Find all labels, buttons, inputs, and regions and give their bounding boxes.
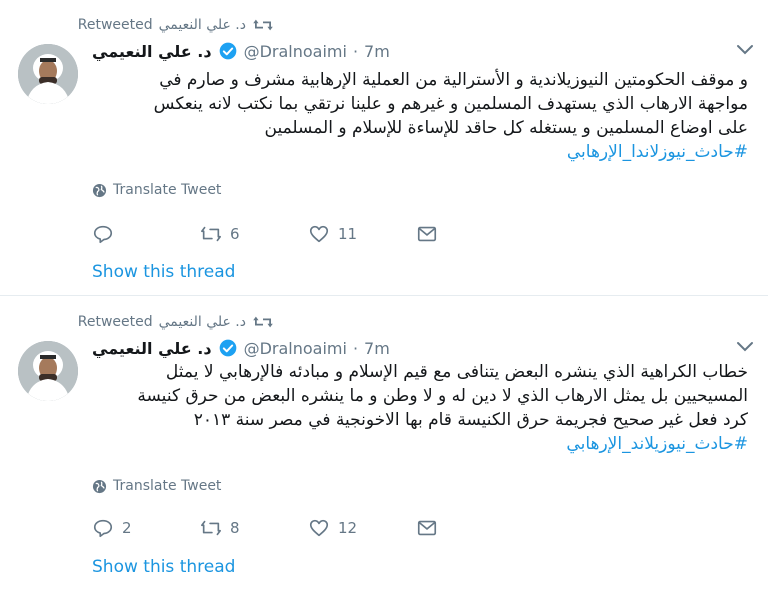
- globe-icon: [92, 479, 107, 493]
- translate-tweet-link[interactable]: Translate Tweet: [92, 478, 221, 494]
- user-handle[interactable]: @Dralnoaimi: [244, 42, 347, 61]
- verified-badge-icon: [219, 339, 236, 357]
- chevron-down-icon[interactable]: [736, 44, 754, 56]
- tweet-text-line: و موقف الحكومتين النيوزيلاندية و الأسترا…: [159, 70, 748, 90]
- retweet-icon: [201, 226, 221, 242]
- heart-icon: [309, 519, 329, 537]
- reply-button[interactable]: 2: [92, 517, 200, 539]
- tweet[interactable]: Retweeted د. علي النعيمي د. علي النعيمي …: [0, 0, 768, 296]
- separator-dot: ·: [352, 338, 359, 358]
- tweet-text-line: كرد فعل غير صحيح فجريمة حرق الكنيسة قام …: [193, 410, 748, 430]
- like-button[interactable]: 11: [308, 223, 416, 245]
- show-thread-link[interactable]: Show this thread: [92, 262, 235, 282]
- like-count: 11: [338, 225, 358, 243]
- user-handle[interactable]: @Dralnoaimi: [244, 339, 347, 358]
- tweet-actions: 2 8 12: [92, 516, 524, 540]
- translate-label: Translate Tweet: [113, 182, 222, 198]
- tweet-text-line: مواجهة الارهاب الذي يستهدف المسلمين و غي…: [153, 94, 748, 114]
- retweet-button[interactable]: 8: [200, 517, 308, 539]
- retweet-indicator: Retweeted د. علي النعيمي: [78, 15, 274, 35]
- reply-button[interactable]: [92, 223, 200, 245]
- retweet-indicator: Retweeted د. علي النعيمي: [78, 312, 274, 332]
- retweeted-label: Retweeted: [77, 17, 153, 33]
- timestamp[interactable]: 7m: [364, 339, 390, 358]
- retweet-icon: [201, 520, 221, 536]
- tweet[interactable]: Retweeted د. علي النعيمي د. علي النعيمي …: [0, 297, 768, 592]
- retweeter-name[interactable]: د. علي النعيمي: [159, 17, 246, 33]
- tweet-header: د. علي النعيمي @Dralnoaimi · 7m: [92, 335, 390, 361]
- retweeted-label: Retweeted: [77, 314, 153, 330]
- reply-count: 2: [122, 519, 132, 537]
- reply-icon: [93, 519, 113, 538]
- globe-icon: [92, 183, 107, 197]
- tweet-header: د. علي النعيمي @Dralnoaimi · 7m: [92, 38, 390, 64]
- reply-icon: [93, 225, 113, 244]
- retweet-icon: [253, 19, 273, 31]
- direct-message-icon: [417, 226, 437, 242]
- like-button[interactable]: 12: [308, 517, 416, 539]
- chevron-down-icon[interactable]: [736, 341, 754, 353]
- display-name[interactable]: د. علي النعيمي: [92, 42, 212, 61]
- hashtag-link[interactable]: #حادث_نيوزيلاند_الإرهابي: [68, 432, 748, 456]
- tweet-text-line: المسيحيين بل يمثل الارهاب الذي لا دين له…: [137, 386, 748, 406]
- tweet-text-line: على اوضاع المسلمين و يستغله كل حاقد للإس…: [264, 118, 749, 138]
- verified-badge-icon: [219, 42, 236, 60]
- direct-message-button[interactable]: [416, 223, 524, 245]
- retweet-icon: [253, 316, 273, 328]
- translate-label: Translate Tweet: [113, 478, 222, 494]
- direct-message-icon: [417, 520, 437, 536]
- retweet-count: 8: [230, 519, 240, 537]
- tweet-text: خطاب الكراهية الذي ينشره البعض يتنافى مع…: [68, 360, 748, 456]
- show-thread-link[interactable]: Show this thread: [92, 557, 235, 577]
- separator-dot: ·: [352, 41, 359, 61]
- hashtag-link[interactable]: #حادث_نيوزلاندا_الإرهابي: [68, 140, 748, 164]
- retweeter-name[interactable]: د. علي النعيمي: [159, 314, 246, 330]
- tweet-text: و موقف الحكومتين النيوزيلاندية و الأسترا…: [68, 68, 748, 164]
- retweet-button[interactable]: 6: [200, 223, 308, 245]
- timestamp[interactable]: 7m: [364, 42, 390, 61]
- heart-icon: [309, 225, 329, 243]
- retweet-count: 6: [230, 225, 240, 243]
- translate-tweet-link[interactable]: Translate Tweet: [92, 182, 221, 198]
- like-count: 12: [338, 519, 358, 537]
- direct-message-button[interactable]: [416, 517, 524, 539]
- tweet-text-line: خطاب الكراهية الذي ينشره البعض يتنافى مع…: [165, 362, 748, 382]
- tweet-actions: 6 11: [92, 222, 524, 246]
- display-name[interactable]: د. علي النعيمي: [92, 339, 212, 358]
